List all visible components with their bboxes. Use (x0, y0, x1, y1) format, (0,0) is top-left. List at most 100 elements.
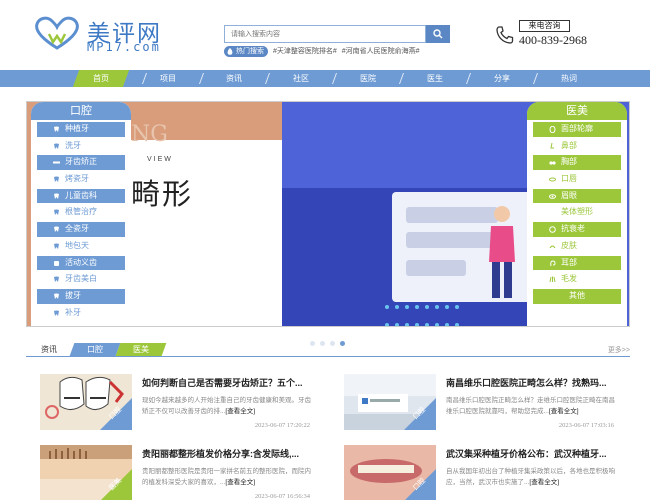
category-item-breast[interactable]: 胸部 (533, 155, 621, 171)
article-desc: 南昌维乐口腔医院正畸怎么样？走维乐口腔医院正畸在南昌维乐口腔医院就靠吗，帮助您完… (446, 397, 615, 415)
search-input[interactable] (224, 25, 426, 43)
nav-item-doctors[interactable]: 医生 (410, 70, 460, 87)
article-time: 2023-06-07 17:20:22 (254, 422, 310, 429)
banner-ui-bar (406, 260, 466, 276)
category-item-eyes[interactable]: 眉眼 (533, 188, 621, 204)
article-card[interactable]: 口腔 南昌维乐口腔医院正畸怎么样？找熟玛... 南昌维乐口腔医院正畸怎么样？走维… (344, 374, 624, 442)
article-title[interactable]: 贵阳丽都整形植发价格分享:含发际线,... (142, 447, 320, 460)
category-item-filling[interactable]: 补牙 (37, 306, 125, 321)
tooth-icon (54, 126, 59, 132)
more-link[interactable]: 更多>> (608, 345, 630, 355)
category-item-all-ceramic[interactable]: 全瓷牙 (37, 222, 125, 237)
lips-icon (549, 177, 556, 182)
nav-item-community[interactable]: 社区 (276, 70, 326, 87)
nav-divider (331, 73, 338, 84)
category-item-facial-contour[interactable]: 面部轮廓 (533, 122, 621, 137)
breast-icon (549, 161, 556, 165)
search-bar (224, 25, 450, 43)
article-thumbnail[interactable]: 口腔 (40, 374, 132, 430)
header: 美评网 MP17.com 热门搜索 #天津整容医院排名# #河南省人民医院俞海燕… (0, 0, 650, 70)
article-thumbnail[interactable]: 医美 (40, 445, 132, 500)
read-more-link[interactable]: [查看全文] (225, 408, 255, 415)
tab-aesthetics[interactable]: 医美 (115, 343, 167, 356)
category-item-underbite[interactable]: 地包天 (37, 239, 125, 254)
category-item-root-canal[interactable]: 根管治疗 (37, 205, 125, 220)
banner-text-small: VIEW (147, 156, 173, 163)
nav-item-hospitals[interactable]: 医院 (343, 70, 393, 87)
hot-search-link[interactable]: #河南省人民医院俞海燕# (342, 48, 420, 55)
tab-dental[interactable]: 口腔 (69, 343, 121, 356)
banner-text-ng: NG (131, 122, 168, 147)
tab-news[interactable]: 资讯 (26, 343, 72, 356)
nav-item-home[interactable]: 首页 (72, 70, 130, 87)
article-title[interactable]: 武汉集采种植牙价格公布：武汉种植牙... (446, 447, 624, 460)
phone-icon (496, 26, 514, 44)
tooth-icon (54, 226, 59, 233)
article-time: 2023-06-07 17:03:16 (558, 422, 614, 429)
tooth-icon (54, 176, 59, 183)
nav-item-hotwords[interactable]: 热词 (544, 70, 594, 87)
tooth-icon (54, 276, 59, 283)
nav-item-projects[interactable]: 项目 (143, 70, 193, 87)
category-item-pediatric[interactable]: 儿童齿科 (37, 188, 125, 204)
category-item-orthodontics[interactable]: 牙齿矫正 (37, 155, 125, 171)
site-logo[interactable]: 美评网 MP17.com (35, 14, 175, 54)
category-item-cleaning[interactable]: 洗牙 (37, 139, 125, 154)
hot-search-link[interactable]: #天津整容医院排名# (273, 48, 337, 55)
category-title-dental: 口腔 (31, 102, 131, 120)
category-item-skin[interactable]: 皮肤 (533, 239, 621, 254)
category-item-nose[interactable]: 鼻部 (533, 139, 621, 154)
article-thumbnail[interactable]: 口腔 (344, 445, 436, 500)
nav-item-news[interactable]: 资讯 (209, 70, 259, 87)
eye-icon (549, 193, 556, 199)
read-more-link[interactable]: [查看全文] (549, 408, 579, 415)
article-title[interactable]: 如何判断自己是否需要牙齿矫正？五个... (142, 376, 320, 389)
category-item-other[interactable]: 其他 (533, 288, 621, 304)
category-panel-dental: 口腔 种植牙 洗牙 牙齿矫正 烤瓷牙 儿童齿科 根管治疗 全瓷牙 地包天 活动义… (31, 102, 131, 326)
article-thumbnail[interactable]: 口腔 (344, 374, 436, 430)
read-more-link[interactable]: [查看全文] (529, 479, 559, 486)
skin-icon (549, 245, 556, 249)
banner-carousel[interactable]: NG VIEW 畸形 一 这 口腔 种植牙 洗牙 牙齿矫正 烤瓷牙 儿童齿科 根… (26, 101, 630, 327)
category-item-lips[interactable]: 口唇 (533, 172, 621, 187)
flame-icon (227, 48, 233, 55)
article-card[interactable]: 医美 贵阳丽都整形植发价格分享:含发际线,... 贵阳丽都整形医院是贵阳一家拼名… (40, 445, 320, 500)
category-item-implant[interactable]: 种植牙 (37, 122, 125, 137)
person-illustration-icon (489, 206, 515, 298)
carousel-indicators (310, 333, 350, 346)
category-item-porcelain[interactable]: 烤瓷牙 (37, 172, 125, 187)
article-title[interactable]: 南昌维乐口腔医院正畸怎么样？找熟玛... (446, 376, 624, 389)
anti-aging-icon (549, 226, 556, 233)
article-card[interactable]: 口腔 武汉集采种植牙价格公布：武汉种植牙... 自从我国年初出台了种植牙集采政策… (344, 445, 624, 500)
search-button[interactable] (426, 25, 450, 43)
main-nav: 首页 项目 资讯 社区 医院 医生 分享 热词 (0, 70, 650, 87)
read-more-link[interactable]: [查看全文] (225, 479, 255, 486)
consult-label: 来电咨询 (519, 20, 570, 32)
tooth-icon (54, 243, 59, 249)
hot-search-label: 热门搜索 (236, 48, 264, 55)
tooth-icon (54, 293, 59, 299)
article-card[interactable]: 口腔 如何判断自己是否需要牙齿矫正？五个... 现如今越来越多的人开始注重自己的… (40, 374, 320, 442)
tooth-icon (54, 193, 59, 199)
category-item-anti-aging[interactable]: 抗衰老 (533, 222, 621, 237)
category-item-hair[interactable]: 毛发 (533, 272, 621, 287)
nav-divider (264, 73, 271, 84)
nav-divider (198, 73, 205, 84)
article-desc: 自从我国年初出台了种植牙集采政策以后，各地也是积极响应，当然，武汉市也实施了..… (446, 468, 615, 486)
category-item-extraction[interactable]: 拔牙 (37, 288, 125, 304)
tooth-icon (54, 310, 59, 316)
category-item-body-shaping[interactable]: 美体塑形 (533, 205, 621, 220)
nose-icon (550, 142, 554, 149)
tooth-icon (54, 143, 59, 149)
article-time: 2023-06-07 16:56:34 (254, 493, 310, 500)
category-item-dentures[interactable]: 活动义齿 (37, 255, 125, 271)
category-item-whitening[interactable]: 牙齿美白 (37, 272, 125, 287)
tooth-icon (54, 209, 59, 216)
phone-number[interactable]: 400-839-2968 (519, 33, 587, 48)
category-item-ears[interactable]: 耳部 (533, 255, 621, 271)
banner-dot-pattern (382, 298, 462, 326)
denture-icon (54, 260, 59, 266)
content-tabs: 资讯 口腔 医美 更多>> (26, 343, 630, 357)
heart-logo-icon (35, 16, 79, 50)
nav-item-share[interactable]: 分享 (477, 70, 527, 87)
